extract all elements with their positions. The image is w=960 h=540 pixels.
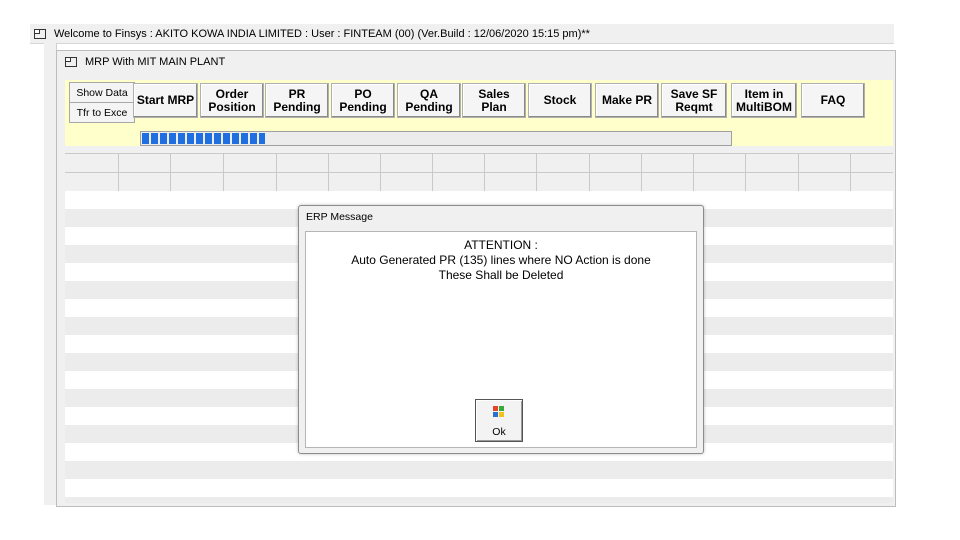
grid-column-divider [589, 153, 590, 191]
mrp-window-title-bar: MRP With MIT MAIN PLANT [57, 51, 895, 73]
dialog-title: ERP Message [306, 211, 373, 223]
windows-flag-icon [493, 406, 505, 417]
window-icon [34, 28, 46, 39]
make-pr-button[interactable]: Make PR [595, 83, 659, 118]
grid-column-divider [380, 153, 381, 191]
toolbar-panel: Show Data Tfr to Exce Start MRP Order Po… [65, 80, 893, 146]
app-title: Welcome to Finsys : AKITO KOWA INDIA LIM… [54, 27, 590, 40]
grid-column-divider [850, 153, 851, 191]
stock-button[interactable]: Stock [528, 83, 592, 118]
dialog-body: ATTENTION : Auto Generated PR (135) line… [305, 231, 697, 448]
grid-column-divider [118, 153, 119, 191]
grid-column-divider [432, 153, 433, 191]
erp-message-dialog: ERP Message ATTENTION : Auto Generated P… [298, 205, 704, 454]
po-pending-button[interactable]: PO Pending [331, 83, 395, 118]
grid-column-divider [798, 153, 799, 191]
start-mrp-button[interactable]: Start MRP [133, 83, 198, 118]
grid-column-divider [170, 153, 171, 191]
order-position-button[interactable]: Order Position [200, 83, 264, 118]
faq-button[interactable]: FAQ [801, 83, 865, 118]
progress-bar [140, 131, 732, 146]
sales-plan-button[interactable]: Sales Plan [462, 83, 526, 118]
window-icon [65, 57, 77, 67]
pr-pending-button[interactable]: PR Pending [265, 83, 329, 118]
mrp-window-title: MRP With MIT MAIN PLANT [85, 56, 226, 68]
message-line-delete: These Shall be Deleted [438, 268, 564, 282]
grid-column-divider [536, 153, 537, 191]
grid-column-divider [223, 153, 224, 191]
app-title-bar: Welcome to Finsys : AKITO KOWA INDIA LIM… [30, 24, 894, 44]
grid-column-divider [276, 153, 277, 191]
grid-header-divider [65, 172, 893, 173]
grid-row[interactable] [65, 461, 893, 479]
message-line-attention: ATTENTION : [464, 238, 538, 252]
transfer-to-excel-button[interactable]: Tfr to Exce [69, 102, 135, 123]
message-line-detail: Auto Generated PR (135) lines where NO A… [351, 253, 651, 267]
grid-column-divider [328, 153, 329, 191]
grid-row[interactable] [65, 479, 893, 497]
progress-fill [142, 133, 265, 144]
save-sf-reqmt-button[interactable]: Save SF Reqmt [661, 83, 727, 118]
qa-pending-button[interactable]: QA Pending [397, 83, 461, 118]
grid-column-divider [641, 153, 642, 191]
ok-label: Ok [492, 426, 506, 438]
grid-column-divider [745, 153, 746, 191]
grid-column-divider [484, 153, 485, 191]
item-in-multibom-button[interactable]: Item in MultiBOM [731, 83, 797, 118]
show-data-button[interactable]: Show Data [69, 82, 135, 103]
ok-button[interactable]: Ok [475, 399, 523, 442]
grid-row[interactable] [65, 497, 893, 503]
grid-column-divider [693, 153, 694, 191]
